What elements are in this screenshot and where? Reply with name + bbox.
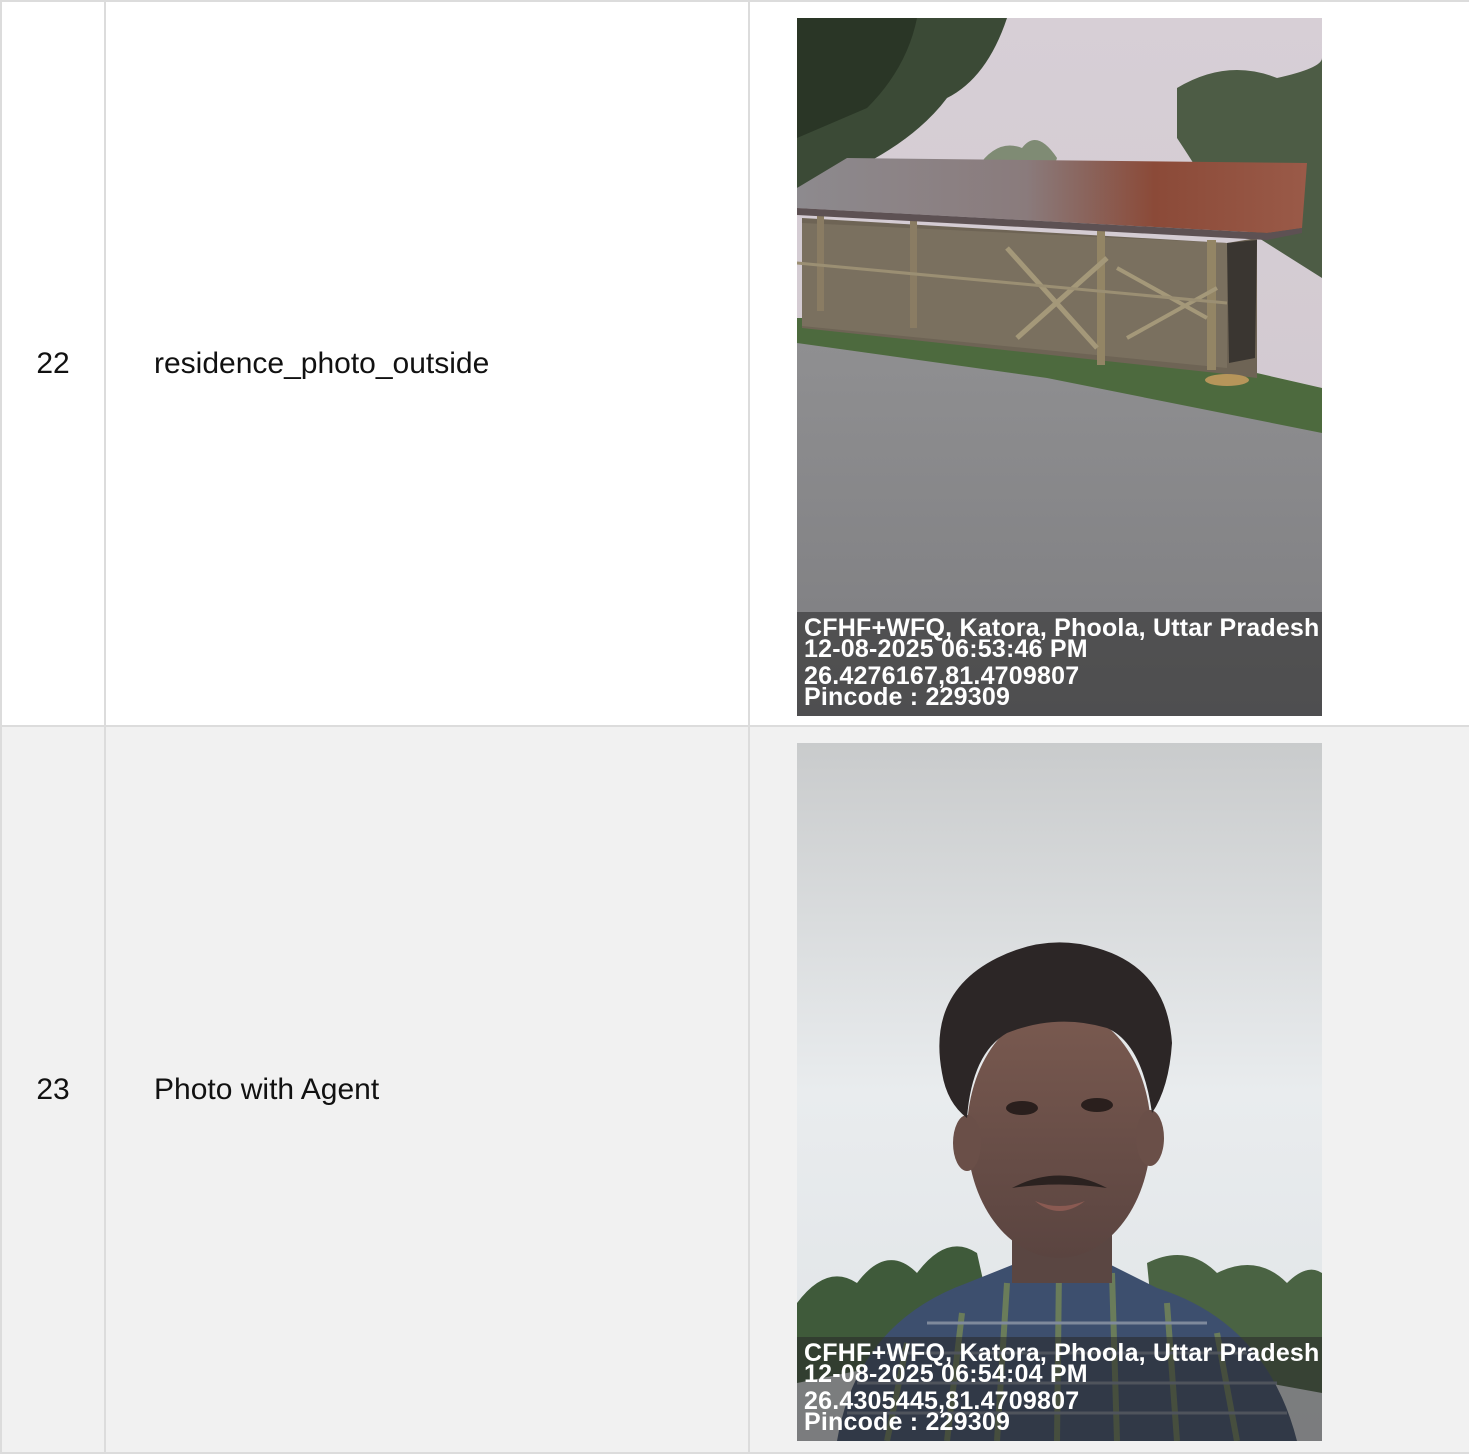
row-label: Photo with Agent [104,725,750,1454]
photo-cell: CFHF+WFQ, Katora, Phoola, Uttar Pradesh … [748,0,1469,727]
geo-datetime: 12-08-2025 06:53:46 PM [804,635,1088,663]
photo-cell: CFHF+WFQ, Katora, Phoola, Uttar Pradesh … [748,725,1469,1454]
residence-photo[interactable]: CFHF+WFQ, Katora, Phoola, Uttar Pradesh … [797,18,1322,716]
row-label: residence_photo_outside [104,0,750,727]
table-row: 23 Photo with Agent CFHF+WFQ, Katora, Ph… [0,725,1469,1454]
geo-pincode: Pincode : 229309 [804,1408,1011,1436]
geo-pincode: Pincode : 229309 [804,683,1011,711]
agent-photo[interactable]: CFHF+WFQ, Katora, Phoola, Uttar Pradesh … [797,743,1322,1441]
geo-datetime: 12-08-2025 06:54:04 PM [804,1360,1088,1388]
table-row: 22 residence_photo_outside CFHF+WFQ, Kat… [0,0,1469,727]
row-index: 22 [0,0,106,727]
row-index: 23 [0,725,106,1454]
geo-stamp: CFHF+WFQ, Katora, Phoola, Uttar Pradesh … [797,1337,1322,1441]
photo-table: 22 residence_photo_outside CFHF+WFQ, Kat… [0,0,1469,1454]
geo-stamp: CFHF+WFQ, Katora, Phoola, Uttar Pradesh … [797,612,1322,716]
